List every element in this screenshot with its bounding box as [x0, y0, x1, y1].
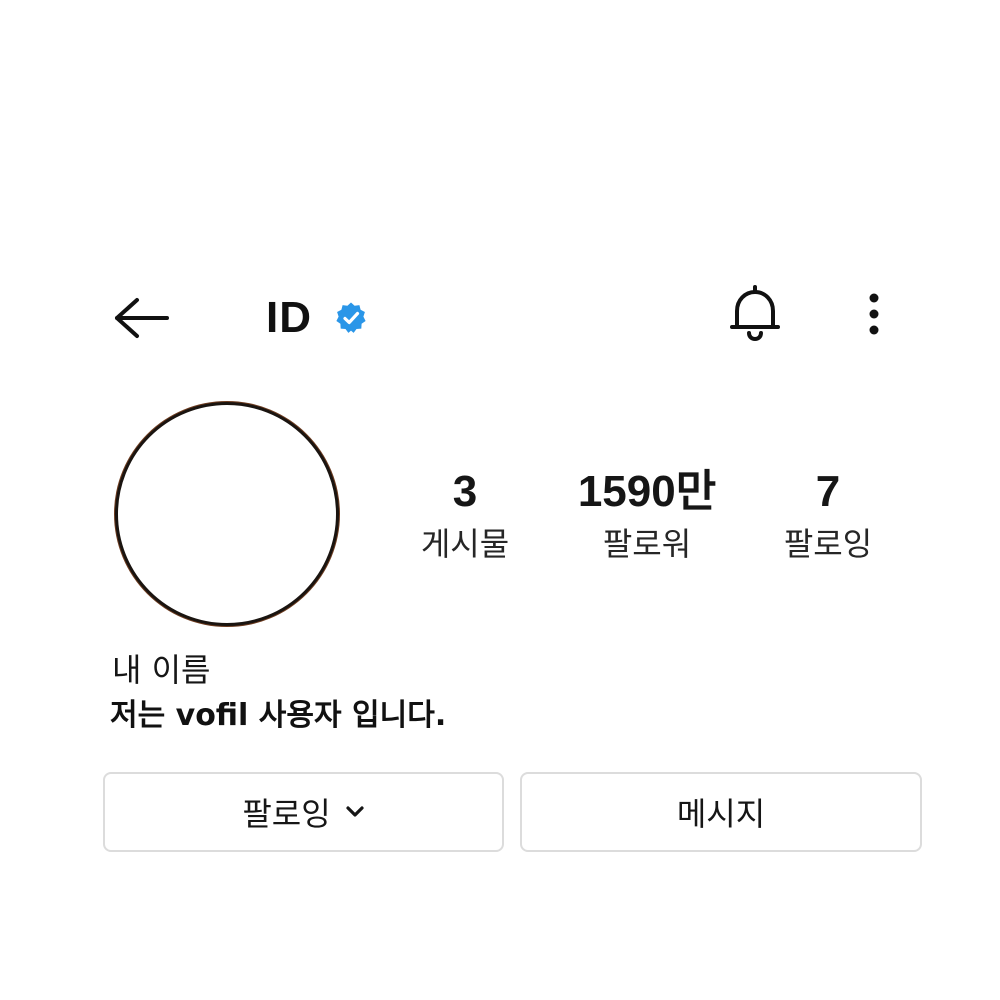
message-button-label: 메시지 — [676, 795, 766, 833]
posts-count: 3 — [452, 467, 478, 516]
followers-stat[interactable]: 1590만 팔로워 — [567, 466, 727, 566]
verified-badge-icon — [336, 302, 366, 333]
followers-label: 팔로워 — [602, 525, 692, 563]
posts-stat[interactable]: 3 게시물 — [385, 466, 545, 566]
username: ID — [266, 293, 312, 342]
following-label: 팔로잉 — [783, 525, 873, 563]
following-stat[interactable]: 7 팔로잉 — [748, 466, 908, 566]
more-options-button[interactable] — [856, 286, 892, 342]
notifications-button[interactable] — [724, 280, 786, 346]
posts-label: 게시물 — [420, 525, 510, 563]
followers-count: 1590만 — [577, 467, 717, 516]
username-header: ID — [266, 290, 368, 346]
following-count: 7 — [815, 467, 841, 516]
following-button-label: 팔로잉 — [242, 795, 331, 833]
following-button[interactable]: 팔로잉 — [103, 772, 504, 852]
bell-icon — [730, 285, 780, 342]
arrow-left-icon — [115, 298, 169, 338]
display-name: 내 이름 — [112, 651, 211, 689]
back-button[interactable] — [108, 290, 174, 346]
chevron-down-icon — [346, 806, 364, 817]
profile-avatar[interactable] — [115, 402, 339, 626]
more-vertical-icon — [869, 293, 879, 335]
bio-text: 저는 vofil 사용자 입니다. — [110, 698, 447, 733]
message-button[interactable]: 메시지 — [520, 772, 922, 852]
